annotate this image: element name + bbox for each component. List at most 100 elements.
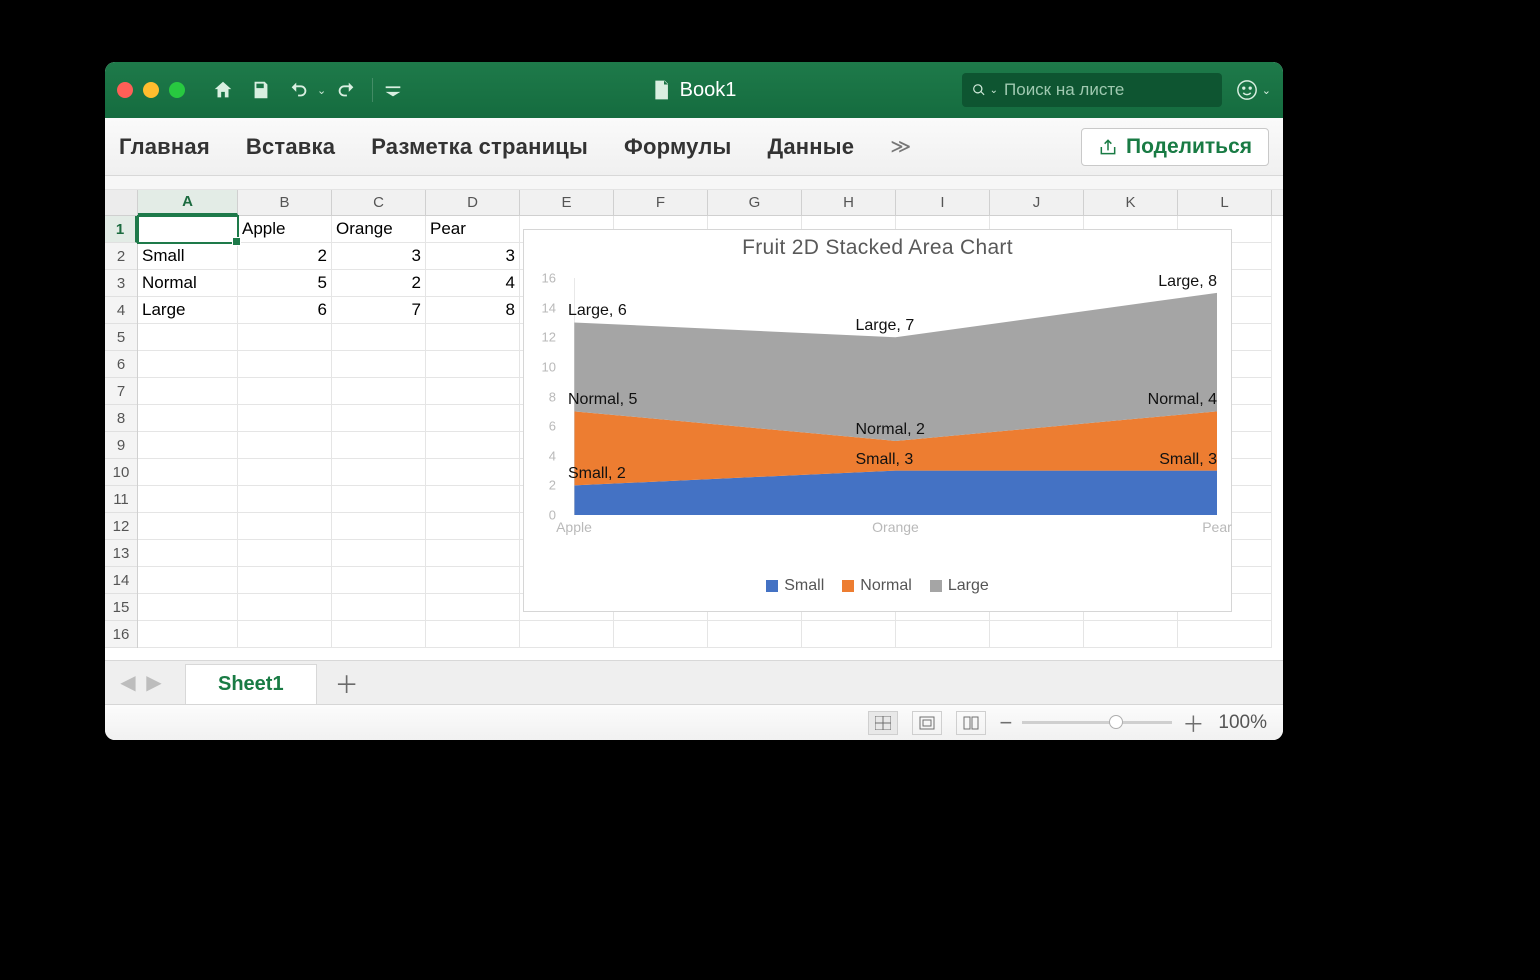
row-header-4[interactable]: 4 (105, 297, 137, 324)
chevron-down-icon[interactable]: ⌄ (1262, 84, 1271, 97)
cell-D15[interactable] (426, 594, 520, 621)
tab-formulas[interactable]: Формулы (624, 134, 731, 160)
cell-A15[interactable] (138, 594, 238, 621)
cell-C5[interactable] (332, 324, 426, 351)
col-header-G[interactable]: G (708, 190, 802, 215)
col-header-C[interactable]: C (332, 190, 426, 215)
cell-A9[interactable] (138, 432, 238, 459)
cell-B14[interactable] (238, 567, 332, 594)
cell-D6[interactable] (426, 351, 520, 378)
cell-D1[interactable]: Pear (426, 216, 520, 243)
sheet-tab[interactable]: Sheet1 (185, 664, 317, 704)
cell-B12[interactable] (238, 513, 332, 540)
cell-D3[interactable]: 4 (426, 270, 520, 297)
cell-D14[interactable] (426, 567, 520, 594)
cell-D12[interactable] (426, 513, 520, 540)
add-sheet-button[interactable]: ＋ (327, 665, 367, 700)
cell-B13[interactable] (238, 540, 332, 567)
view-page-layout-button[interactable] (912, 711, 942, 735)
cell-B4[interactable]: 6 (238, 297, 332, 324)
row-header-9[interactable]: 9 (105, 432, 137, 459)
home-icon[interactable] (207, 74, 239, 106)
cell-B2[interactable]: 2 (238, 243, 332, 270)
save-icon[interactable] (245, 74, 277, 106)
row-header-11[interactable]: 11 (105, 486, 137, 513)
cell-B5[interactable] (238, 324, 332, 351)
row-header-1[interactable]: 1 (105, 216, 137, 243)
cell-F16[interactable] (614, 621, 708, 648)
row-header-15[interactable]: 15 (105, 594, 137, 621)
cell-B8[interactable] (238, 405, 332, 432)
col-header-I[interactable]: I (896, 190, 990, 215)
worksheet[interactable]: ABCDEFGHIJKL 12345678910111213141516 App… (105, 190, 1283, 660)
cell-B7[interactable] (238, 378, 332, 405)
row-header-16[interactable]: 16 (105, 621, 137, 648)
maximize-window-button[interactable] (169, 82, 185, 98)
cell-C10[interactable] (332, 459, 426, 486)
cell-C15[interactable] (332, 594, 426, 621)
cell-A1[interactable] (138, 216, 238, 243)
col-header-K[interactable]: K (1084, 190, 1178, 215)
cell-C8[interactable] (332, 405, 426, 432)
tab-page-layout[interactable]: Разметка страницы (371, 134, 588, 160)
cell-A14[interactable] (138, 567, 238, 594)
undo-dropdown-icon[interactable]: ⌄ (317, 84, 326, 97)
cell-B9[interactable] (238, 432, 332, 459)
row-header-5[interactable]: 5 (105, 324, 137, 351)
cell-B11[interactable] (238, 486, 332, 513)
cell-A12[interactable] (138, 513, 238, 540)
tab-insert[interactable]: Вставка (246, 134, 335, 160)
cell-H16[interactable] (802, 621, 896, 648)
row-header-3[interactable]: 3 (105, 270, 137, 297)
col-header-J[interactable]: J (990, 190, 1084, 215)
cell-A3[interactable]: Normal (138, 270, 238, 297)
cell-C4[interactable]: 7 (332, 297, 426, 324)
customize-toolbar-icon[interactable] (377, 74, 409, 106)
share-button[interactable]: Поделиться (1081, 128, 1269, 166)
cell-D11[interactable] (426, 486, 520, 513)
row-header-14[interactable]: 14 (105, 567, 137, 594)
cell-B15[interactable] (238, 594, 332, 621)
cell-D16[interactable] (426, 621, 520, 648)
embedded-chart[interactable]: Fruit 2D Stacked Area Chart 024681012141… (523, 229, 1232, 612)
cell-A8[interactable] (138, 405, 238, 432)
zoom-slider[interactable]: − ＋ (1000, 707, 1205, 739)
cell-A2[interactable]: Small (138, 243, 238, 270)
cell-D13[interactable] (426, 540, 520, 567)
zoom-in-button[interactable]: ＋ (1182, 707, 1204, 739)
cell-C12[interactable] (332, 513, 426, 540)
col-header-E[interactable]: E (520, 190, 614, 215)
view-page-break-button[interactable] (956, 711, 986, 735)
cell-I16[interactable] (896, 621, 990, 648)
undo-icon[interactable] (283, 74, 315, 106)
row-header-7[interactable]: 7 (105, 378, 137, 405)
prev-sheet-button[interactable]: ◀ (117, 670, 139, 695)
cell-B1[interactable]: Apple (238, 216, 332, 243)
zoom-out-button[interactable]: − (1000, 710, 1013, 736)
cell-A16[interactable] (138, 621, 238, 648)
col-header-L[interactable]: L (1178, 190, 1272, 215)
cell-D8[interactable] (426, 405, 520, 432)
feedback-button[interactable]: ⌄ (1236, 79, 1271, 101)
cell-A6[interactable] (138, 351, 238, 378)
cell-A4[interactable]: Large (138, 297, 238, 324)
cell-C2[interactable]: 3 (332, 243, 426, 270)
more-tabs-button[interactable]: ≫ (890, 134, 911, 159)
cell-J16[interactable] (990, 621, 1084, 648)
cell-B6[interactable] (238, 351, 332, 378)
row-header-2[interactable]: 2 (105, 243, 137, 270)
minimize-window-button[interactable] (143, 82, 159, 98)
row-header-8[interactable]: 8 (105, 405, 137, 432)
cell-C16[interactable] (332, 621, 426, 648)
next-sheet-button[interactable]: ▶ (143, 670, 165, 695)
cell-D9[interactable] (426, 432, 520, 459)
cell-B10[interactable] (238, 459, 332, 486)
cell-C1[interactable]: Orange (332, 216, 426, 243)
cell-G16[interactable] (708, 621, 802, 648)
row-header-12[interactable]: 12 (105, 513, 137, 540)
select-all-corner[interactable] (105, 190, 138, 215)
cell-C14[interactable] (332, 567, 426, 594)
close-window-button[interactable] (117, 82, 133, 98)
zoom-track[interactable] (1022, 721, 1172, 724)
cell-A10[interactable] (138, 459, 238, 486)
